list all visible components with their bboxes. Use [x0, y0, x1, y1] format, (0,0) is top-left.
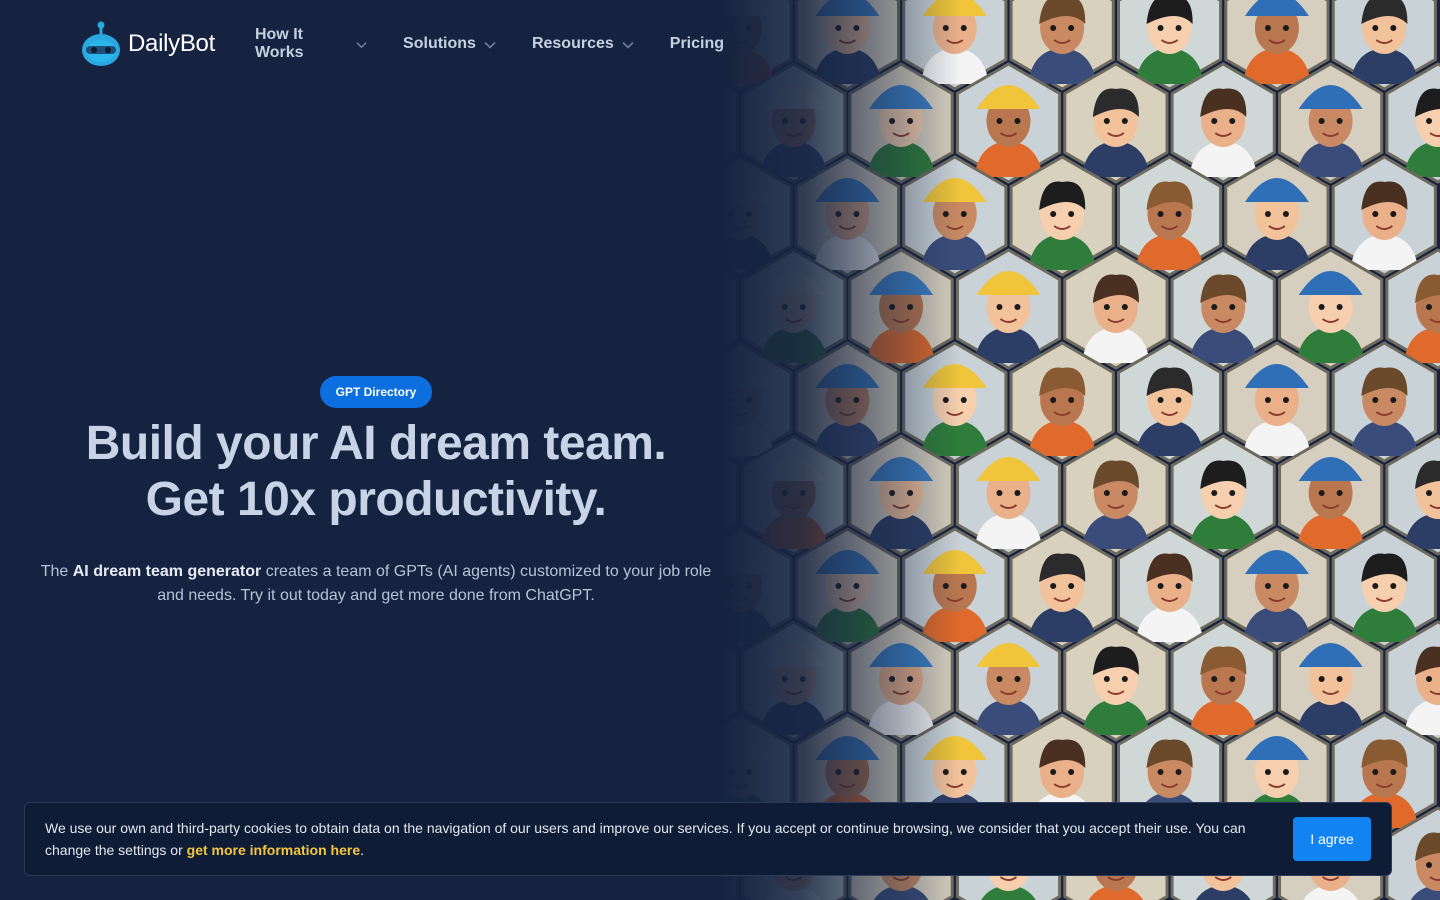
robot-head-icon — [82, 21, 120, 66]
hero-description: The AI dream team generator creates a te… — [31, 560, 721, 608]
nav-resources[interactable]: Resources — [532, 35, 634, 53]
hero-headline: Build your AI dream team. Get 10x produc… — [86, 416, 667, 528]
headline-line-2: Get 10x productivity. — [145, 473, 607, 526]
nav-how-it-works-label: How It Works — [254, 26, 304, 61]
chevron-down-icon — [356, 41, 367, 48]
chevron-down-icon — [484, 41, 496, 49]
nav-solutions[interactable]: Solutions — [403, 35, 496, 53]
agree-button[interactable]: I agree — [1293, 817, 1371, 861]
nav-how-it-works[interactable]: How It Works — [255, 26, 367, 62]
hero-section: GPT Directory Build your AI dream team. … — [0, 376, 752, 608]
headline-line-1: Build your AI dream team. — [85, 417, 667, 470]
gpt-directory-badge[interactable]: GPT Directory — [319, 376, 433, 408]
cookie-text-part-2: . — [360, 842, 365, 858]
illustration-fade — [720, 0, 960, 900]
hero-description-prefix: The — [40, 563, 73, 580]
cookie-banner: We use our own and third-party cookies t… — [24, 802, 1392, 876]
hero-description-bold: AI dream team generator — [72, 563, 262, 580]
cookie-info-link[interactable]: get more information here — [187, 842, 360, 858]
nav-pricing[interactable]: Pricing — [670, 35, 724, 53]
hero-illustration — [720, 0, 1440, 900]
logo[interactable]: DailyBot — [80, 20, 215, 68]
logo-text: DailyBot — [128, 30, 215, 57]
cookie-text: We use our own and third-party cookies t… — [45, 817, 1275, 861]
chevron-down-icon — [622, 41, 634, 49]
top-navigation: DailyBot How It Works Solutions Resource… — [0, 0, 760, 88]
nav-pricing-label: Pricing — [669, 35, 724, 52]
nav-solutions-label: Solutions — [403, 35, 476, 52]
nav-resources-label: Resources — [531, 35, 614, 52]
